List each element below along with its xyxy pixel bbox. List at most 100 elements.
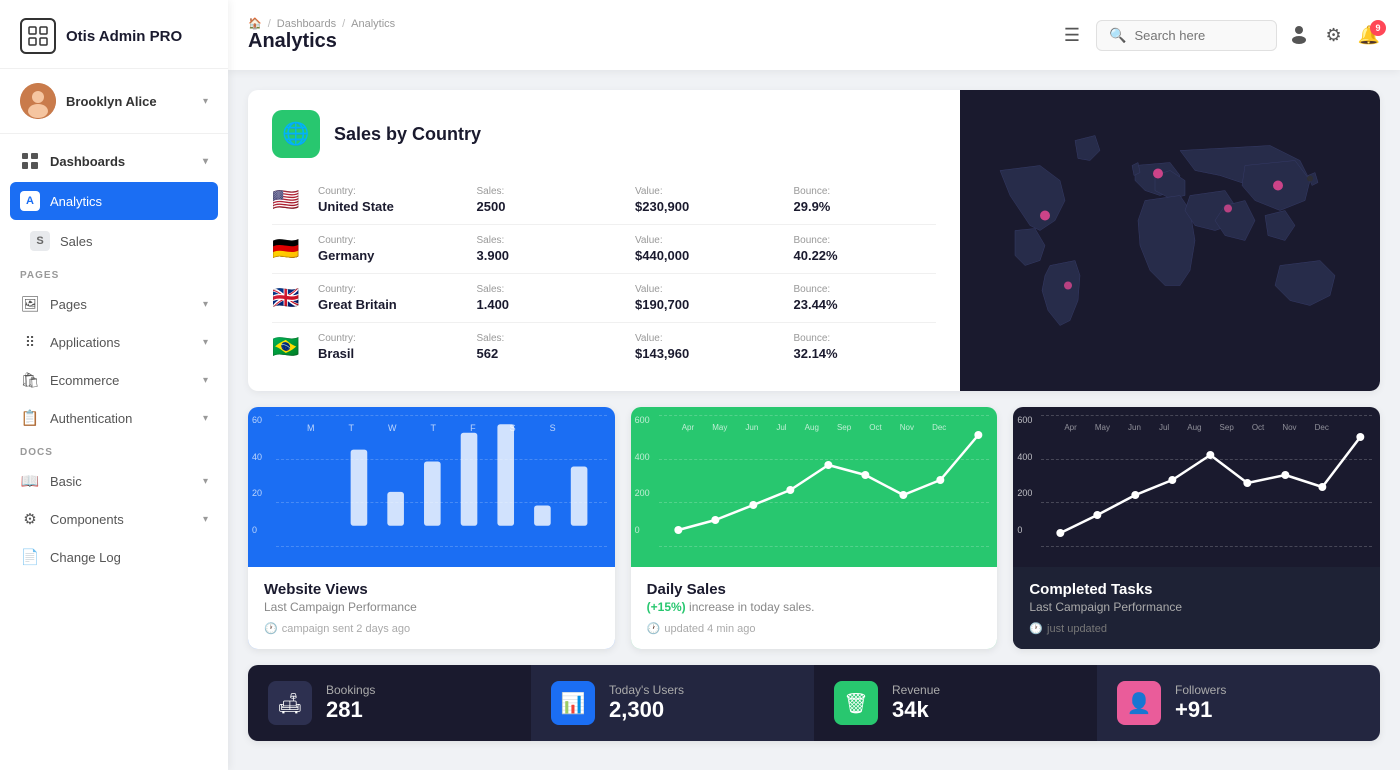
sales-col: Sales: 3.900 [477, 235, 620, 263]
website-views-footer-text: campaign sent 2 days ago [282, 623, 410, 635]
sidebar-item-applications[interactable]: ⠿ Applications ▾ [0, 323, 228, 361]
sidebar-item-ecommerce[interactable]: 🛍 Ecommerce ▾ [0, 361, 228, 399]
daily-sales-card: 6004002000 [631, 407, 998, 649]
followers-texts: Followers +91 [1175, 683, 1360, 723]
website-views-card: 6040200 MTWTFSS Website Views Last Campa… [248, 407, 615, 649]
section-docs: DOCS [0, 437, 228, 462]
users-label: Today's Users [609, 683, 794, 697]
completed-tasks-chart: 6004002000 [1013, 407, 1380, 567]
chevron-icon-comp: ▾ [203, 514, 208, 525]
country-table: 🇺🇸 Country: United State Sales: 2500 Val… [272, 176, 936, 371]
header-icons: ⚙ 🔔 9 [1289, 23, 1380, 48]
sales-col: Sales: 2500 [477, 186, 620, 214]
world-map-section: .land{fill:#2a3050;stroke:#3a4070;stroke… [960, 90, 1380, 391]
content-area: 🌐 Sales by Country 🇺🇸 Country: United St… [228, 70, 1400, 770]
search-box: 🔍 [1096, 20, 1277, 51]
bar [387, 492, 404, 526]
country-col: Country: Brasil [318, 333, 461, 361]
sidebar-item-dashboards[interactable]: Dashboards ▾ [0, 142, 228, 180]
breadcrumb-analytics: Analytics [351, 18, 395, 30]
user-name: Brooklyn Alice [66, 94, 193, 109]
clock-icon-tasks: 🕐 [1029, 622, 1043, 635]
completed-tasks-footer: 🕐 just updated [1029, 622, 1364, 635]
sidebar-item-sales[interactable]: S Sales [0, 222, 228, 260]
pages-label: Pages [50, 297, 193, 312]
line-chart-tasks-svg [1049, 415, 1372, 535]
sidebar-item-basic[interactable]: 📖 Basic ▾ [0, 462, 228, 500]
revenue-icon-box: 🗑 [834, 681, 878, 725]
completed-tasks-info: Completed Tasks Last Campaign Performanc… [1013, 567, 1380, 649]
revenue-label: Revenue [892, 683, 1077, 697]
app-name: Otis Admin PRO [66, 28, 182, 45]
page-title: Analytics [248, 30, 337, 53]
y-axis-tasks: 6004002000 [1017, 415, 1032, 535]
bar [461, 433, 478, 526]
sidebar-item-changelog[interactable]: 📄 Change Log [0, 538, 228, 576]
stats-row: 🛋 Bookings 281 📊 Today's Users 2,300 🗑 R… [248, 665, 1380, 741]
notification-badge: 9 [1370, 20, 1386, 36]
menu-toggle-icon[interactable]: ☰ [1064, 25, 1080, 46]
notifications-icon[interactable]: 🔔 9 [1358, 25, 1380, 46]
basic-icon: 📖 [20, 471, 40, 491]
bookings-texts: Bookings 281 [326, 683, 511, 723]
ecommerce-icon: 🛍 [20, 370, 40, 390]
sidebar-item-analytics[interactable]: A Analytics [10, 182, 218, 220]
auth-label: Authentication [50, 411, 193, 426]
revenue-texts: Revenue 34k [892, 683, 1077, 723]
components-icon: ⚙ [20, 509, 40, 529]
completed-tasks-subtitle: Last Campaign Performance [1029, 600, 1364, 614]
globe-icon: 🌐 [272, 110, 320, 158]
settings-icon[interactable]: ⚙ [1325, 25, 1341, 46]
sidebar-item-components[interactable]: ⚙ Components ▾ [0, 500, 228, 538]
country-row: 🇧🇷 Country: Brasil Sales: 562 Value: $14… [272, 323, 936, 371]
country-flag: 🇬🇧 [272, 285, 302, 311]
sidebar-item-pages[interactable]: 🖼 Pages ▾ [0, 285, 228, 323]
applications-icon: ⠿ [20, 332, 40, 352]
clock-icon: 🕐 [264, 622, 278, 635]
country-flag: 🇺🇸 [272, 187, 302, 213]
section-pages: PAGES [0, 260, 228, 285]
sales-card-title: Sales by Country [334, 124, 481, 145]
sidebar-user[interactable]: Brooklyn Alice ▾ [0, 69, 228, 134]
value-col: Value: $440,000 [635, 235, 778, 263]
line-chart-daily-svg [667, 415, 990, 535]
stat-revenue: 🗑 Revenue 34k [814, 665, 1097, 741]
logo-icon [20, 18, 56, 54]
completed-tasks-footer-text: just updated [1047, 623, 1107, 635]
daily-sales-footer-text: updated 4 min ago [664, 623, 755, 635]
home-icon: 🏠 [248, 17, 262, 30]
dashboards-icon [20, 151, 40, 171]
completed-tasks-card: 6004002000 [1013, 407, 1380, 649]
bounce-col: Bounce: 29.9% [794, 186, 937, 214]
country-col: Country: Germany [318, 235, 461, 263]
y-axis-website: 6040200 [252, 415, 262, 535]
pages-icon: 🖼 [20, 294, 40, 314]
clock-icon-daily: 🕐 [647, 622, 661, 635]
auth-icon: 📋 [20, 408, 40, 428]
followers-value: +91 [1175, 697, 1360, 723]
chevron-icon: ▾ [203, 156, 208, 167]
bookings-label: Bookings [326, 683, 511, 697]
daily-sales-footer: 🕐 updated 4 min ago [647, 622, 982, 635]
sidebar-item-authentication[interactable]: 📋 Authentication ▾ [0, 399, 228, 437]
dashboards-label: Dashboards [50, 154, 193, 169]
bar [351, 450, 368, 526]
header: 🏠 / Dashboards / Analytics Analytics ☰ 🔍… [228, 0, 1400, 70]
applications-label: Applications [50, 335, 193, 350]
website-views-subtitle: Last Campaign Performance [264, 600, 599, 614]
analytics-label: Analytics [50, 194, 208, 209]
country-flag: 🇧🇷 [272, 334, 302, 360]
sidebar: Otis Admin PRO Brooklyn Alice ▾ Das [0, 0, 228, 770]
user-profile-icon[interactable] [1289, 23, 1309, 48]
breadcrumb-dashboards[interactable]: Dashboards [277, 18, 336, 30]
bounce-col: Bounce: 23.44% [794, 284, 937, 312]
users-icon-box: 📊 [551, 681, 595, 725]
ecommerce-label: Ecommerce [50, 373, 193, 388]
value-col: Value: $190,700 [635, 284, 778, 312]
search-input[interactable] [1134, 28, 1264, 43]
bar-chart-svg [276, 415, 607, 535]
sidebar-nav: Dashboards ▾ A Analytics S Sales PAGES 🖼… [0, 134, 228, 770]
chevron-icon-basic: ▾ [203, 476, 208, 487]
sales-table-section: 🌐 Sales by Country 🇺🇸 Country: United St… [248, 90, 960, 391]
basic-label: Basic [50, 474, 193, 489]
